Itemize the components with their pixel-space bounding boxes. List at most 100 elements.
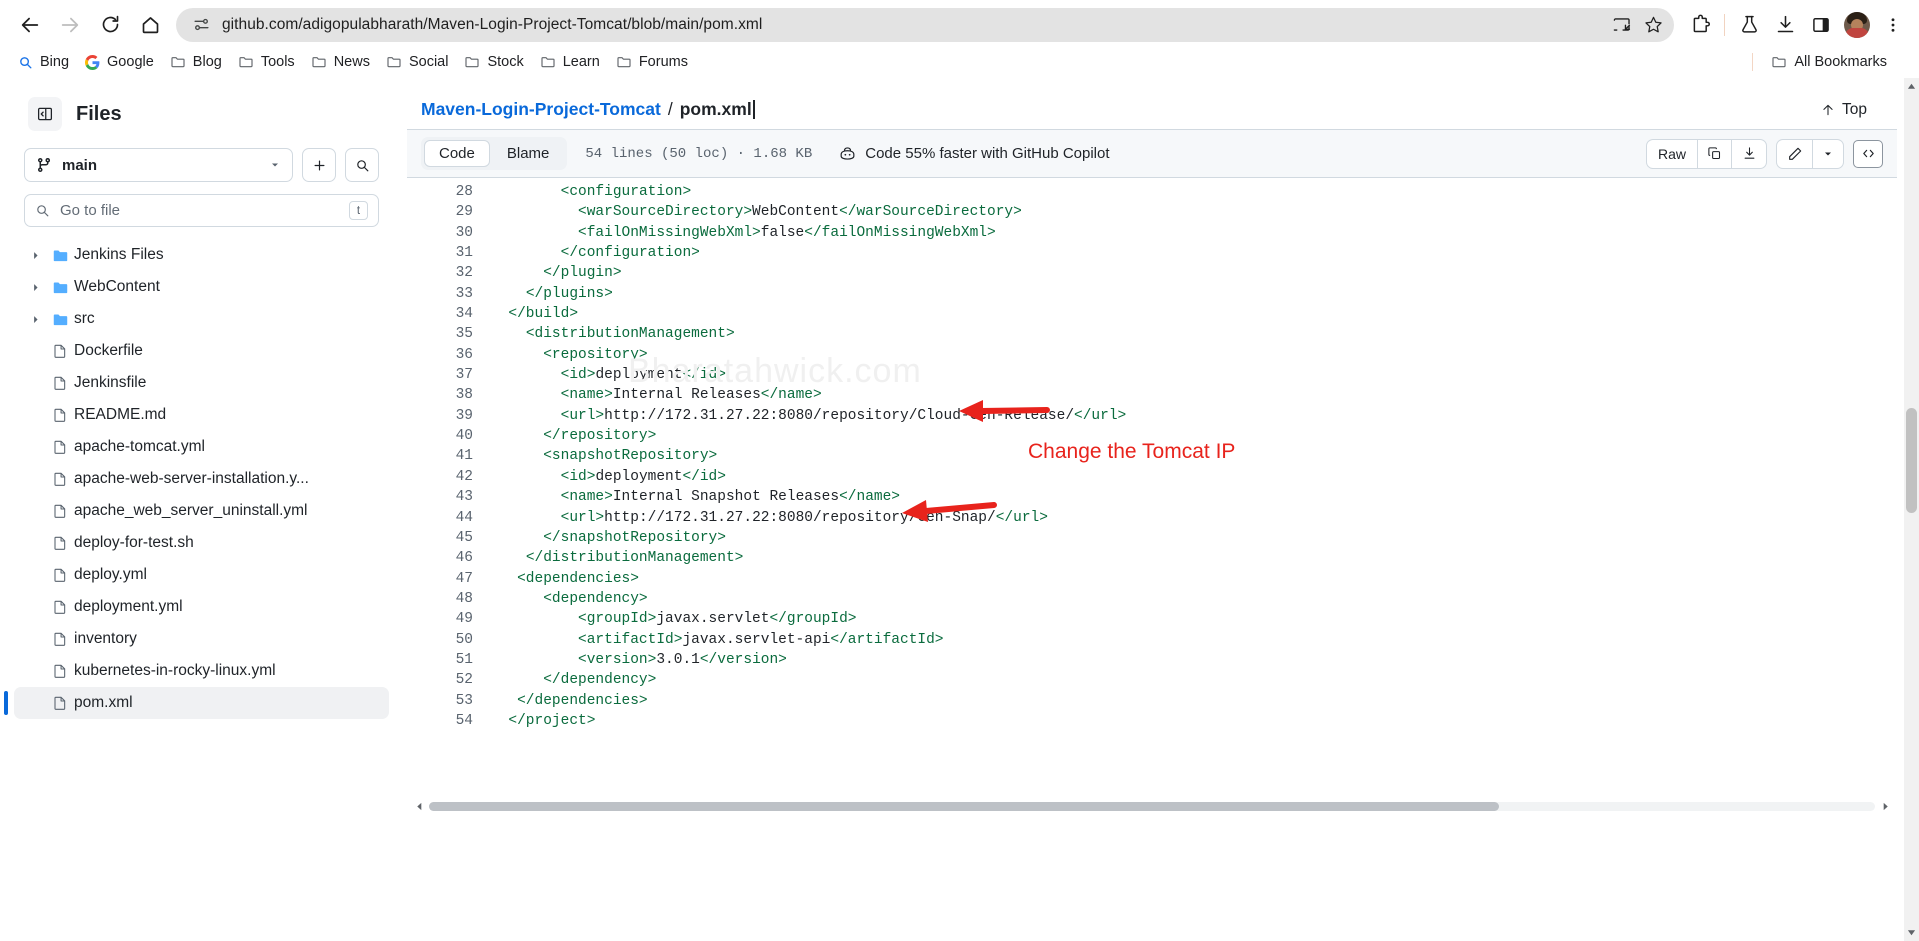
- code-lines[interactable]: 28 <configuration> 29 <warSourceDirectory…: [407, 178, 1897, 798]
- code-line-text[interactable]: </plugin>: [491, 263, 621, 283]
- code-line-text[interactable]: </dependencies>: [491, 691, 648, 711]
- line-number[interactable]: 43: [407, 487, 491, 507]
- tab-code[interactable]: Code: [424, 140, 490, 167]
- code-line-text[interactable]: </configuration>: [491, 243, 700, 263]
- scroll-left-arrow[interactable]: [413, 802, 425, 811]
- scroll-thumb[interactable]: [429, 801, 1500, 811]
- line-number[interactable]: 46: [407, 548, 491, 568]
- home-button[interactable]: [130, 5, 170, 45]
- url-text[interactable]: github.com/adigopulabharath/Maven-Login-…: [222, 16, 1600, 34]
- top-link[interactable]: Top: [1821, 101, 1883, 119]
- tree-folder-row[interactable]: Jenkins Files: [14, 239, 389, 271]
- tree-file-row[interactable]: deployment.yml: [14, 591, 389, 623]
- edit-file-button[interactable]: [1777, 139, 1813, 168]
- bookmark-blog[interactable]: Blog: [162, 50, 230, 74]
- code-line-text[interactable]: <name>Internal Releases</name>: [491, 385, 822, 405]
- expand-chevron-icon[interactable]: [24, 282, 46, 293]
- search-repository-button[interactable]: [345, 148, 379, 182]
- page-scrollbar[interactable]: [1904, 78, 1919, 941]
- code-line-text[interactable]: </plugins>: [491, 284, 613, 304]
- code-line-text[interactable]: <version>3.0.1</version>: [491, 650, 787, 670]
- line-number[interactable]: 31: [407, 243, 491, 263]
- side-panel-button[interactable]: [1803, 7, 1839, 43]
- line-number[interactable]: 28: [407, 182, 491, 202]
- code-line-text[interactable]: <snapshotRepository>: [491, 446, 717, 466]
- add-file-button[interactable]: [302, 148, 336, 182]
- line-number[interactable]: 38: [407, 385, 491, 405]
- chrome-menu-button[interactable]: [1875, 7, 1911, 43]
- line-number[interactable]: 52: [407, 670, 491, 690]
- line-number[interactable]: 41: [407, 446, 491, 466]
- tree-file-row[interactable]: README.md: [14, 399, 389, 431]
- line-number[interactable]: 54: [407, 711, 491, 731]
- page-scroll-up-arrow[interactable]: [1904, 78, 1919, 95]
- page-scroll-thumb[interactable]: [1906, 408, 1917, 513]
- expand-chevron-icon[interactable]: [24, 250, 46, 261]
- line-number[interactable]: 50: [407, 630, 491, 650]
- breadcrumb-repo-link[interactable]: Maven-Login-Project-Tomcat: [421, 99, 661, 120]
- code-line-text[interactable]: <dependency>: [491, 589, 647, 609]
- address-bar[interactable]: github.com/adigopulabharath/Maven-Login-…: [176, 7, 1674, 42]
- line-number[interactable]: 48: [407, 589, 491, 609]
- line-number[interactable]: 44: [407, 508, 491, 528]
- line-number[interactable]: 29: [407, 202, 491, 222]
- line-number[interactable]: 49: [407, 609, 491, 629]
- sidebar-toggle-button[interactable]: [28, 97, 62, 131]
- back-button[interactable]: [10, 5, 50, 45]
- code-line-text[interactable]: <id>deployment</id>: [491, 365, 726, 385]
- line-number[interactable]: 33: [407, 284, 491, 304]
- labs-button[interactable]: [1731, 7, 1767, 43]
- code-line-text[interactable]: </repository>: [491, 426, 656, 446]
- tree-file-row[interactable]: apache_web_server_uninstall.yml: [14, 495, 389, 527]
- code-line-text[interactable]: </project>: [491, 711, 595, 731]
- edit-options-button[interactable]: [1813, 140, 1843, 168]
- downloads-button[interactable]: [1767, 7, 1803, 43]
- tree-file-row[interactable]: kubernetes-in-rocky-linux.yml: [14, 655, 389, 687]
- page-scroll-down-arrow[interactable]: [1904, 924, 1919, 941]
- code-line-text[interactable]: <artifactId>javax.servlet-api</artifactI…: [491, 630, 943, 650]
- tree-file-row[interactable]: apache-web-server-installation.y...: [14, 463, 389, 495]
- tab-blame[interactable]: Blame: [492, 140, 565, 167]
- line-number[interactable]: 45: [407, 528, 491, 548]
- expand-chevron-icon[interactable]: [24, 314, 46, 325]
- code-line-text[interactable]: <configuration>: [491, 182, 692, 202]
- code-line-text[interactable]: <failOnMissingWebXml>false</failOnMissin…: [491, 223, 996, 243]
- code-line-text[interactable]: <repository>: [491, 345, 647, 365]
- line-number[interactable]: 51: [407, 650, 491, 670]
- tree-file-row[interactable]: deploy.yml: [14, 559, 389, 591]
- line-number[interactable]: 34: [407, 304, 491, 324]
- bookmark-star-icon[interactable]: [1642, 14, 1664, 36]
- copilot-promo[interactable]: Code 55% faster with GitHub Copilot: [838, 144, 1110, 163]
- tree-file-row[interactable]: inventory: [14, 623, 389, 655]
- tree-file-row[interactable]: apache-tomcat.yml: [14, 431, 389, 463]
- tree-folder-row[interactable]: WebContent: [14, 271, 389, 303]
- tree-file-row[interactable]: Dockerfile: [14, 335, 389, 367]
- forward-button[interactable]: [50, 5, 90, 45]
- line-number[interactable]: 37: [407, 365, 491, 385]
- code-line-text[interactable]: <warSourceDirectory>WebContent</warSourc…: [491, 202, 1022, 222]
- code-line-text[interactable]: <name>Internal Snapshot Releases</name>: [491, 487, 900, 507]
- go-to-file-input[interactable]: Go to file t: [24, 194, 379, 227]
- code-line-text[interactable]: <id>deployment</id>: [491, 467, 726, 487]
- line-number[interactable]: 35: [407, 324, 491, 344]
- symbols-panel-button[interactable]: [1853, 139, 1883, 168]
- code-line-text[interactable]: <groupId>javax.servlet</groupId>: [491, 609, 856, 629]
- code-line-text[interactable]: <url>http://172.31.27.22:8080/repository…: [491, 508, 1048, 528]
- extensions-button[interactable]: [1682, 7, 1718, 43]
- bookmark-bing[interactable]: Bing: [10, 50, 77, 74]
- line-number[interactable]: 30: [407, 223, 491, 243]
- bookmark-stock[interactable]: Stock: [456, 50, 531, 74]
- bookmark-forums[interactable]: Forums: [608, 50, 696, 74]
- site-info-icon[interactable]: [190, 14, 212, 36]
- bookmark-google[interactable]: Google: [77, 50, 162, 74]
- line-number[interactable]: 53: [407, 691, 491, 711]
- line-number[interactable]: 42: [407, 467, 491, 487]
- download-raw-button[interactable]: [1732, 140, 1766, 168]
- code-line-text[interactable]: </dependency>: [491, 670, 656, 690]
- bookmark-social[interactable]: Social: [378, 50, 457, 74]
- line-number[interactable]: 47: [407, 569, 491, 589]
- branch-selector[interactable]: main: [24, 148, 293, 182]
- profile-button[interactable]: [1839, 7, 1875, 43]
- tree-file-row[interactable]: deploy-for-test.sh: [14, 527, 389, 559]
- tree-file-row[interactable]: pom.xml: [4, 687, 389, 719]
